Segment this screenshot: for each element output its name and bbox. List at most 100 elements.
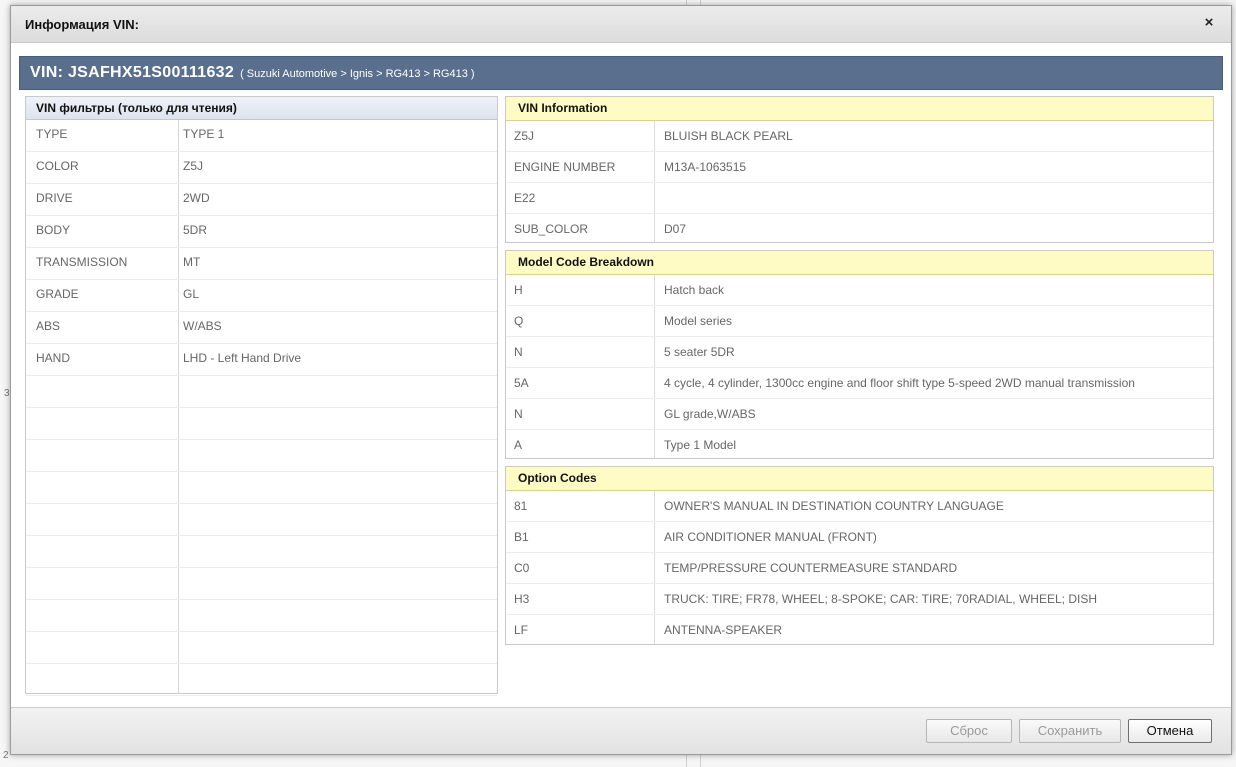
empty-row xyxy=(26,472,497,504)
option-code-key: 81 xyxy=(514,499,528,513)
dialog-footer: Сброс Сохранить Отмена xyxy=(11,707,1231,754)
model-code-value: Type 1 Model xyxy=(664,438,737,452)
filter-value: TYPE 1 xyxy=(183,127,225,141)
option-code-value: ANTENNA-SPEAKER xyxy=(664,623,783,637)
info-key: E22 xyxy=(514,191,536,205)
filter-key: ABS xyxy=(36,319,61,333)
empty-row xyxy=(26,600,497,632)
filter-key: TYPE xyxy=(36,127,68,141)
vin-label: VIN: xyxy=(30,64,64,81)
filter-value: 2WD xyxy=(183,191,210,205)
cancel-button[interactable]: Отмена xyxy=(1128,719,1212,743)
model-code-row: N 5 seater 5DR xyxy=(506,337,1213,368)
info-key: SUB_COLOR xyxy=(514,222,589,236)
model-code-section: Model Code Breakdown H Hatch back Q Model … xyxy=(505,250,1214,459)
option-codes-title: Option Codes xyxy=(506,467,1213,491)
vin-code: JSAFHX51S00111632 xyxy=(67,64,235,81)
model-code-key: H xyxy=(514,283,523,297)
model-code-value: 5 seater 5DR xyxy=(664,345,735,359)
filter-value: W/ABS xyxy=(183,319,222,333)
model-code-title: Model Code Breakdown xyxy=(506,251,1213,275)
option-codes-section: Option Codes 81 OWNER'S MANUAL IN DESTINA… xyxy=(505,466,1214,645)
option-code-value: OWNER'S MANUAL IN DESTINATION COUNTRY LA… xyxy=(664,499,1004,513)
vin-filters-title: VIN фильтры (только для чтения) xyxy=(26,97,497,120)
filter-row: GRADE GL xyxy=(26,280,497,312)
filter-value: GL xyxy=(183,287,200,301)
info-row: SUB_COLOR D07 xyxy=(506,214,1213,244)
model-code-value: GL grade,W/ABS xyxy=(664,407,756,421)
model-code-row: N GL grade,W/ABS xyxy=(506,399,1213,430)
model-code-value: Hatch back xyxy=(664,283,725,297)
option-code-row: B1 AIR CONDITIONER MANUAL (FRONT) xyxy=(506,522,1213,553)
option-code-key: H3 xyxy=(514,592,530,606)
empty-row xyxy=(26,504,497,536)
close-icon[interactable]: × xyxy=(1201,15,1217,31)
option-code-value: AIR CONDITIONER MANUAL (FRONT) xyxy=(664,530,877,544)
vin-bar: VIN: JSAFHX51S00111632 ( Suzuki Automotiv… xyxy=(19,56,1223,90)
option-code-row: C0 TEMP/PRESSURE COUNTERMEASURE STANDARD xyxy=(506,553,1213,584)
filter-row: TYPE TYPE 1 xyxy=(26,120,497,152)
vin-heading: VIN: JSAFHX51S00111632 ( Suzuki Automotiv… xyxy=(30,64,475,82)
background-edge-number: 3 xyxy=(4,388,10,399)
model-code-row: Q Model series xyxy=(506,306,1213,337)
option-code-value: TEMP/PRESSURE COUNTERMEASURE STANDARD xyxy=(664,561,958,575)
filter-row: ABS W/ABS xyxy=(26,312,497,344)
info-value: M13A-1063515 xyxy=(664,160,747,174)
filter-key: COLOR xyxy=(36,159,79,173)
option-code-key: C0 xyxy=(514,561,530,575)
filter-value: Z5J xyxy=(183,159,204,173)
info-key: ENGINE NUMBER xyxy=(514,160,616,174)
model-code-value: Model series xyxy=(664,314,733,328)
reset-button[interactable]: Сброс xyxy=(926,719,1012,743)
info-value: BLUISH BLACK PEARL xyxy=(664,129,793,143)
option-code-row: 81 OWNER'S MANUAL IN DESTINATION COUNTRY … xyxy=(506,491,1213,522)
info-key: Z5J xyxy=(514,129,535,143)
model-code-key: N xyxy=(514,345,523,359)
filter-row: DRIVE 2WD xyxy=(26,184,497,216)
filter-row: TRANSMISSION MT xyxy=(26,248,497,280)
model-code-key: Q xyxy=(514,314,524,328)
filter-key: BODY xyxy=(36,223,71,237)
filter-value: MT xyxy=(183,255,201,269)
model-code-row: H Hatch back xyxy=(506,275,1213,306)
vin-information-title: VIN Information xyxy=(506,97,1213,121)
filter-key: GRADE xyxy=(36,287,79,301)
filter-value: LHD - Left Hand Drive xyxy=(183,351,302,365)
empty-row xyxy=(26,632,497,664)
model-code-row: 5A 4 cycle, 4 cylinder, 1300cc engine and… xyxy=(506,368,1213,399)
option-code-key: B1 xyxy=(514,530,529,544)
info-row: E22 xyxy=(506,183,1213,214)
filter-row: COLOR Z5J xyxy=(26,152,497,184)
model-code-key: N xyxy=(514,407,523,421)
model-code-value: 4 cycle, 4 cylinder, 1300cc engine and f… xyxy=(664,376,1135,390)
empty-row xyxy=(26,536,497,568)
info-value: D07 xyxy=(664,222,687,236)
vin-model-path: ( Suzuki Automotive > Ignis > RG413 > RG… xyxy=(240,68,475,80)
filter-row: BODY 5DR xyxy=(26,216,497,248)
empty-row xyxy=(26,440,497,472)
vin-information-section: VIN Information Z5J BLUISH BLACK PEARL EN… xyxy=(505,96,1214,243)
model-code-key: 5A xyxy=(514,376,529,390)
option-code-row: LF ANTENNA-SPEAKER xyxy=(506,615,1213,645)
filter-key: HAND xyxy=(36,351,71,365)
filter-row: HAND LHD - Left Hand Drive xyxy=(26,344,497,376)
option-code-row: H3 TRUCK: TIRE; FR78, WHEEL; 8-SPOKE; CAR… xyxy=(506,584,1213,615)
save-button[interactable]: Сохранить xyxy=(1019,719,1121,743)
background-edge-number: 2 xyxy=(3,750,9,761)
empty-row xyxy=(26,664,497,696)
empty-row xyxy=(26,376,497,408)
filter-key: TRANSMISSION xyxy=(36,255,128,269)
dialog-title: Информация VIN: xyxy=(25,17,139,32)
empty-row xyxy=(26,408,497,440)
option-code-value: TRUCK: TIRE; FR78, WHEEL; 8-SPOKE; CAR: … xyxy=(664,592,1097,606)
dialog-header: Информация VIN: × xyxy=(11,6,1231,43)
option-code-key: LF xyxy=(514,623,529,637)
model-code-row: A Type 1 Model xyxy=(506,430,1213,460)
model-code-key: A xyxy=(514,438,523,452)
vin-info-dialog: Информация VIN: × VIN: JSAFHX51S00111632… xyxy=(10,5,1232,755)
filter-key: DRIVE xyxy=(36,191,73,205)
filter-value: 5DR xyxy=(183,223,208,237)
info-row: Z5J BLUISH BLACK PEARL xyxy=(506,121,1213,152)
vin-filters-panel: VIN фильтры (только для чтения) TYPE TYPE… xyxy=(25,96,498,696)
empty-row xyxy=(26,568,497,600)
